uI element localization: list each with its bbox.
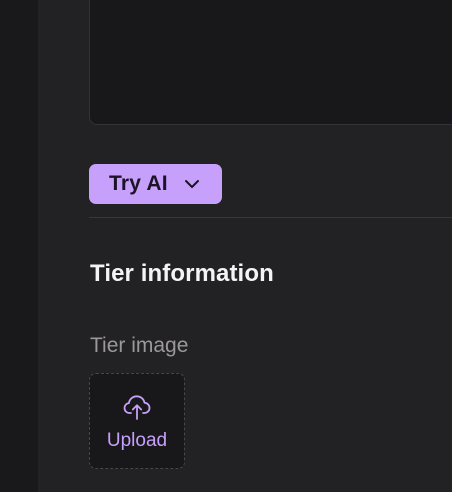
section-heading: Tier information [90,260,274,287]
try-ai-label: Try AI [109,172,168,195]
left-sidebar [0,0,38,492]
upload-button[interactable]: Upload [89,373,185,469]
tier-image-label: Tier image [90,334,189,357]
cloud-upload-icon [122,393,152,426]
page: Try AI Tier information Tier image Uploa… [0,0,452,492]
description-textarea[interactable] [89,0,452,125]
upload-label: Upload [106,429,168,451]
section-divider [89,217,452,218]
chevron-down-icon [184,179,200,189]
try-ai-button[interactable]: Try AI [89,164,222,204]
